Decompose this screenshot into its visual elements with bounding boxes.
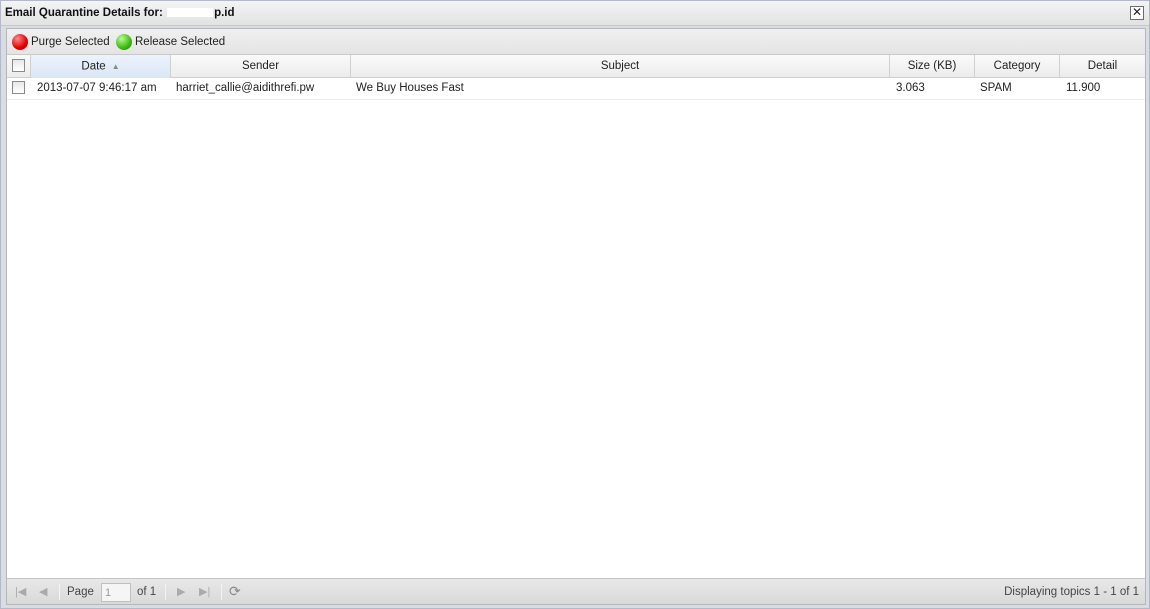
- prev-page-icon[interactable]: ◀: [39, 585, 47, 598]
- title-prefix: Email Quarantine Details for:: [5, 7, 163, 19]
- select-all-checkbox[interactable]: [12, 59, 25, 73]
- toolbar: Purge Selected Release Selected: [7, 29, 1145, 55]
- header-detail[interactable]: Detail: [1060, 55, 1145, 78]
- redacted-domain: [167, 8, 214, 18]
- header-category-label: Category: [993, 60, 1041, 72]
- separator: [165, 584, 166, 600]
- row-sender: harriet_callie@aidithrefi.pw: [176, 82, 315, 94]
- header-date-label: Date: [81, 60, 106, 73]
- header-subject[interactable]: Subject: [351, 55, 890, 78]
- page-number-input[interactable]: [101, 583, 131, 602]
- row-checkbox-cell[interactable]: [12, 78, 25, 99]
- window-titlebar: Email Quarantine Details for: p.id ✕: [1, 1, 1149, 26]
- paging-toolbar: |◀ ◀ Page of 1 ▶ ▶| ⟳ Displaying topics …: [7, 578, 1145, 604]
- header-size[interactable]: Size (KB): [890, 55, 975, 78]
- row-checkbox[interactable]: [12, 81, 25, 95]
- sort-ascending-icon: ▲: [111, 62, 120, 71]
- purge-icon: [12, 34, 28, 50]
- header-select-all[interactable]: [7, 55, 31, 78]
- separator: [59, 584, 60, 600]
- purge-label: Purge Selected: [31, 36, 110, 48]
- header-detail-label: Detail: [1087, 60, 1118, 72]
- page-label: Page: [67, 586, 94, 598]
- display-count: Displaying topics 1 - 1 of 1: [1004, 586, 1139, 598]
- table-row[interactable]: 2013-07-07 9:46:17 am harriet_callie@aid…: [7, 78, 1145, 100]
- header-sender-label: Sender: [241, 60, 280, 72]
- grid-header: Date ▲ Sender Subject Size (KB) Category …: [7, 55, 1145, 78]
- row-size: 3.063: [896, 82, 925, 94]
- row-detail: 11.900: [1066, 82, 1101, 94]
- release-selected-button[interactable]: Release Selected: [116, 33, 225, 51]
- row-category: SPAM: [980, 82, 1012, 94]
- window-title: Email Quarantine Details for: p.id: [5, 7, 235, 19]
- header-category[interactable]: Category: [975, 55, 1060, 78]
- last-page-icon[interactable]: ▶|: [199, 585, 210, 598]
- row-date: 2013-07-07 9:46:17 am: [37, 82, 157, 94]
- close-icon[interactable]: ✕: [1130, 6, 1144, 20]
- quarantine-window: Email Quarantine Details for: p.id ✕ Pur…: [0, 0, 1150, 609]
- row-subject: We Buy Houses Fast: [356, 82, 464, 94]
- separator: [221, 584, 222, 600]
- grid-panel: Purge Selected Release Selected Date ▲ Se…: [6, 28, 1146, 605]
- header-date[interactable]: Date ▲: [31, 55, 171, 78]
- header-size-label: Size (KB): [907, 60, 957, 72]
- title-suffix: p.id: [214, 7, 235, 19]
- purge-selected-button[interactable]: Purge Selected: [12, 33, 110, 51]
- header-subject-label: Subject: [600, 60, 640, 72]
- header-sender[interactable]: Sender: [171, 55, 351, 78]
- next-page-icon[interactable]: ▶: [177, 585, 185, 598]
- page-count: of 1: [137, 586, 157, 598]
- refresh-icon[interactable]: ⟳: [229, 583, 241, 600]
- release-label: Release Selected: [135, 36, 226, 48]
- first-page-icon[interactable]: |◀: [15, 585, 26, 598]
- release-icon: [116, 34, 132, 50]
